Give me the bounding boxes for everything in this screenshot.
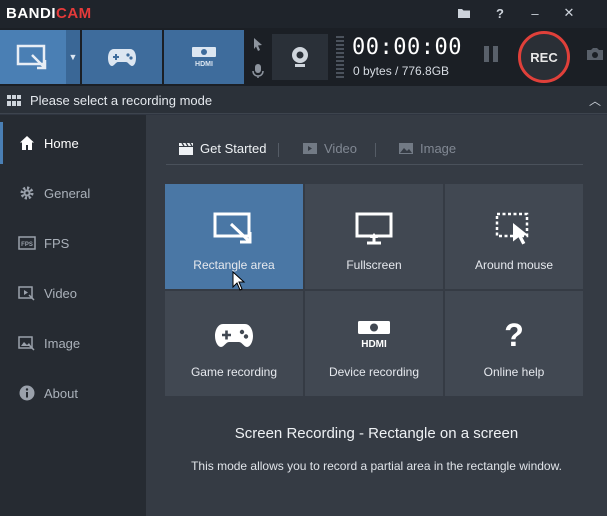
video-icon xyxy=(303,143,317,154)
microphone-icon xyxy=(252,63,264,78)
sidebar-item-label: Image xyxy=(44,335,81,351)
tile-fullscreen[interactable]: Fullscreen xyxy=(305,184,443,289)
clapper-icon xyxy=(179,142,193,155)
fps-icon: FPS xyxy=(18,234,36,252)
separator-dots xyxy=(336,36,344,78)
sidebar-item-video[interactable]: Video xyxy=(0,268,146,318)
grid-icon xyxy=(7,95,21,106)
info-icon xyxy=(18,384,36,402)
microphone-toggle[interactable] xyxy=(246,57,270,84)
chevron-down-icon: ▼ xyxy=(68,52,78,62)
mode-tiles: Rectangle area Fullscreen Around mouse G… xyxy=(165,184,583,396)
sidebar: Home General FPS FPS Video Image About xyxy=(0,115,146,516)
cursor-click-icon xyxy=(254,37,262,51)
logo-part1: BANDI xyxy=(6,5,56,22)
around-mouse-icon xyxy=(494,210,534,246)
camera-icon xyxy=(587,48,603,60)
screenshot-button[interactable] xyxy=(586,46,604,67)
gear-icon xyxy=(18,184,36,202)
sidebar-item-about[interactable]: About xyxy=(0,368,146,418)
main-panel: Get Started Video Image Rectangle area F… xyxy=(146,115,607,516)
hdmi-icon: HDMI xyxy=(192,47,216,68)
tile-label: Device recording xyxy=(328,365,420,379)
tile-label: Around mouse xyxy=(474,258,554,272)
video-icon xyxy=(18,284,36,302)
tab-label: Video xyxy=(324,141,358,156)
image-icon xyxy=(18,334,36,352)
webcam-icon xyxy=(292,47,308,67)
collapse-button[interactable]: ︿ xyxy=(589,92,601,109)
hdmi-mode-button[interactable]: HDMI xyxy=(164,30,244,84)
mode-header: Please select a recording mode ︿ xyxy=(0,86,607,114)
pause-button[interactable] xyxy=(484,46,502,68)
monitor-icon xyxy=(354,210,394,246)
svg-text:HDMI: HDMI xyxy=(361,339,387,350)
pause-icon xyxy=(484,46,489,62)
rectangle-area-icon xyxy=(16,44,47,70)
tile-label: Rectangle area xyxy=(193,258,275,272)
tab-image[interactable]: Image xyxy=(398,141,456,156)
rec-button[interactable]: REC xyxy=(514,31,574,83)
recording-timer: 00:00:00 xyxy=(352,35,462,60)
sidebar-item-general[interactable]: General xyxy=(0,168,146,218)
sidebar-item-image[interactable]: Image xyxy=(0,318,146,368)
folder-button[interactable] xyxy=(451,2,477,24)
game-mode-button[interactable] xyxy=(82,30,162,84)
tile-game-recording[interactable]: Game recording xyxy=(165,291,303,396)
svg-text:HDMI: HDMI xyxy=(195,61,213,68)
sidebar-item-label: About xyxy=(44,385,78,401)
chevron-up-icon: ︿ xyxy=(589,94,602,108)
home-icon xyxy=(18,134,36,152)
mode-header-text: Please select a recording mode xyxy=(30,93,213,108)
tile-label: Online help xyxy=(483,365,545,379)
file-size-info: 0 bytes / 776.8GB xyxy=(353,64,450,78)
rectangle-mode-button[interactable] xyxy=(0,30,66,84)
rec-label: REC xyxy=(518,31,570,83)
tile-device-recording[interactable]: HDMI Device recording xyxy=(305,291,443,396)
webcam-button[interactable] xyxy=(272,34,328,80)
question-icon: ? xyxy=(499,317,529,353)
sidebar-item-label: FPS xyxy=(44,235,70,251)
logo-part2: CAM xyxy=(56,5,92,22)
title-bar: BANDICAM ? – ✕ xyxy=(0,0,607,28)
description-title: Screen Recording - Rectangle on a screen xyxy=(234,425,519,442)
description-text: This mode allows you to record a partial… xyxy=(191,459,562,473)
input-toggles xyxy=(246,30,270,84)
tab-get-started[interactable]: Get Started xyxy=(178,141,266,156)
tile-online-help[interactable]: ? Online help xyxy=(445,291,583,396)
app-logo: BANDICAM xyxy=(6,5,92,22)
mouse-pointer-icon xyxy=(232,270,246,296)
svg-text:?: ? xyxy=(504,318,524,352)
sidebar-item-label: Video xyxy=(44,285,78,301)
toolbar: ▼ HDMI 00:00:00 0 bytes / 776.8GB REC xyxy=(0,28,607,86)
gamepad-icon xyxy=(214,317,254,353)
help-button[interactable]: ? xyxy=(487,2,513,24)
hdmi-icon: HDMI xyxy=(354,317,394,353)
tab-bar: Get Started Video Image xyxy=(166,137,583,165)
tab-video[interactable]: Video xyxy=(302,141,357,156)
mouse-cursor-toggle[interactable] xyxy=(246,30,270,57)
minimize-button[interactable]: – xyxy=(522,2,548,24)
image-icon xyxy=(399,143,413,154)
rectangle-area-icon xyxy=(212,210,256,246)
tab-label: Image xyxy=(420,141,457,156)
svg-text:FPS: FPS xyxy=(21,242,33,248)
tile-around-mouse[interactable]: Around mouse xyxy=(445,184,583,289)
mode-dropdown-button[interactable]: ▼ xyxy=(66,30,80,84)
sidebar-item-home[interactable]: Home xyxy=(0,118,146,168)
tile-label: Fullscreen xyxy=(346,258,402,272)
sidebar-item-label: Home xyxy=(44,135,79,151)
sidebar-item-fps[interactable]: FPS FPS xyxy=(0,218,146,268)
close-button[interactable]: ✕ xyxy=(556,2,582,24)
gamepad-icon xyxy=(108,49,136,66)
tab-label: Get Started xyxy=(200,141,267,156)
sidebar-item-label: General xyxy=(44,185,91,201)
tile-label: Game recording xyxy=(190,365,278,379)
folder-icon xyxy=(458,9,470,18)
